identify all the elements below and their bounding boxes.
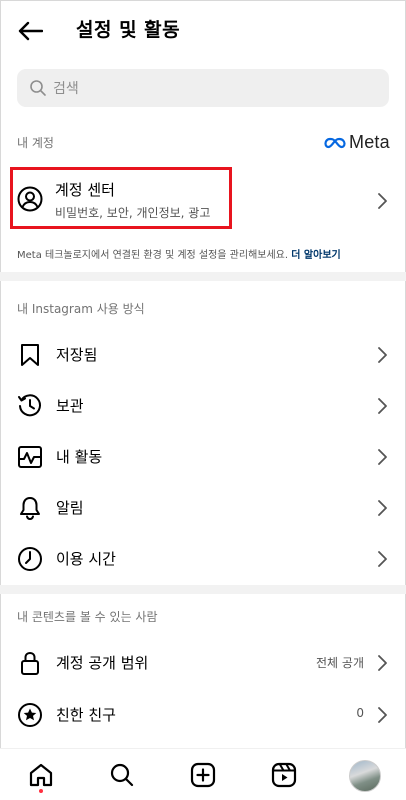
menu-label: 내 활동 [56, 448, 103, 466]
learn-more-link[interactable]: 더 알아보기 [291, 250, 340, 261]
chevron-right-icon [378, 347, 387, 363]
menu-row-account-privacy[interactable]: 계정 공개 범위 전체 공개 [0, 638, 406, 688]
home-icon [29, 763, 53, 787]
menu-row-close-friends[interactable]: 친한 친구 0 [0, 690, 406, 740]
header: 설정 및 활동 [0, 0, 406, 60]
profile-avatar[interactable] [349, 760, 381, 792]
page-title: 설정 및 활동 [76, 19, 181, 41]
search-placeholder: 검색 [53, 81, 79, 97]
nav-reels-button[interactable] [270, 761, 298, 789]
bell-icon [20, 497, 40, 521]
account-center-subtitle: 비밀번호, 보안, 개인정보, 광고 [55, 206, 211, 220]
menu-label: 친한 친구 [56, 706, 116, 724]
section-label-usage: 내 Instagram 사용 방식 [17, 302, 145, 316]
section-label-my-account: 내 계정 [17, 136, 54, 150]
meta-info-text: Meta 테크놀로지에서 연결된 환경 및 계정 설정을 관리해보세요. [17, 250, 289, 261]
search-icon [110, 763, 134, 787]
search-icon [30, 80, 46, 96]
chevron-right-icon [378, 707, 387, 723]
search-input[interactable]: 검색 [17, 69, 389, 107]
meta-info-note: Meta 테크놀로지에서 연결된 환경 및 계정 설정을 관리해보세요. 더 알… [17, 246, 341, 261]
section-label-visibility: 내 콘텐츠를 볼 수 있는 사람 [17, 610, 158, 624]
star-circle-icon [18, 703, 42, 727]
lock-icon [21, 651, 39, 675]
back-arrow-icon [18, 21, 43, 41]
back-button[interactable] [16, 17, 44, 45]
menu-label: 이용 시간 [56, 550, 116, 568]
chevron-right-icon [378, 655, 387, 671]
nav-search-button[interactable] [108, 761, 136, 789]
activity-icon [18, 446, 42, 468]
menu-label: 알림 [56, 499, 84, 517]
menu-row-time-spent[interactable]: 이용 시간 [0, 534, 406, 584]
menu-row-saved[interactable]: 저장됨 [0, 330, 406, 380]
menu-label: 보관 [56, 397, 84, 415]
menu-label: 저장됨 [56, 346, 98, 364]
meta-logo: Meta [324, 132, 390, 153]
chevron-right-icon [378, 193, 387, 209]
chevron-right-icon [378, 551, 387, 567]
notification-dot [39, 789, 43, 793]
clock-icon [18, 547, 42, 571]
menu-label: 계정 공개 범위 [56, 654, 149, 672]
archive-icon [18, 394, 41, 417]
chevron-right-icon [378, 398, 387, 414]
account-center-icon [17, 186, 43, 212]
nav-home-button[interactable] [27, 761, 55, 789]
meta-infinity-icon [324, 137, 346, 148]
bookmark-icon [21, 344, 39, 366]
menu-row-notifications[interactable]: 알림 [0, 483, 406, 533]
section-divider [0, 272, 406, 281]
nav-create-button[interactable] [189, 761, 217, 789]
chevron-right-icon [378, 500, 387, 516]
account-center-title: 계정 센터 [55, 181, 115, 199]
bottom-nav [0, 748, 406, 800]
menu-value: 0 [356, 706, 364, 720]
section-divider [0, 585, 406, 594]
menu-row-archive[interactable]: 보관 [0, 381, 406, 431]
chevron-right-icon [378, 449, 387, 465]
create-icon [190, 762, 216, 788]
menu-row-activity[interactable]: 내 활동 [0, 432, 406, 482]
reels-icon [271, 762, 297, 788]
meta-logo-text: Meta [349, 132, 390, 152]
menu-value: 전체 공개 [316, 656, 364, 670]
